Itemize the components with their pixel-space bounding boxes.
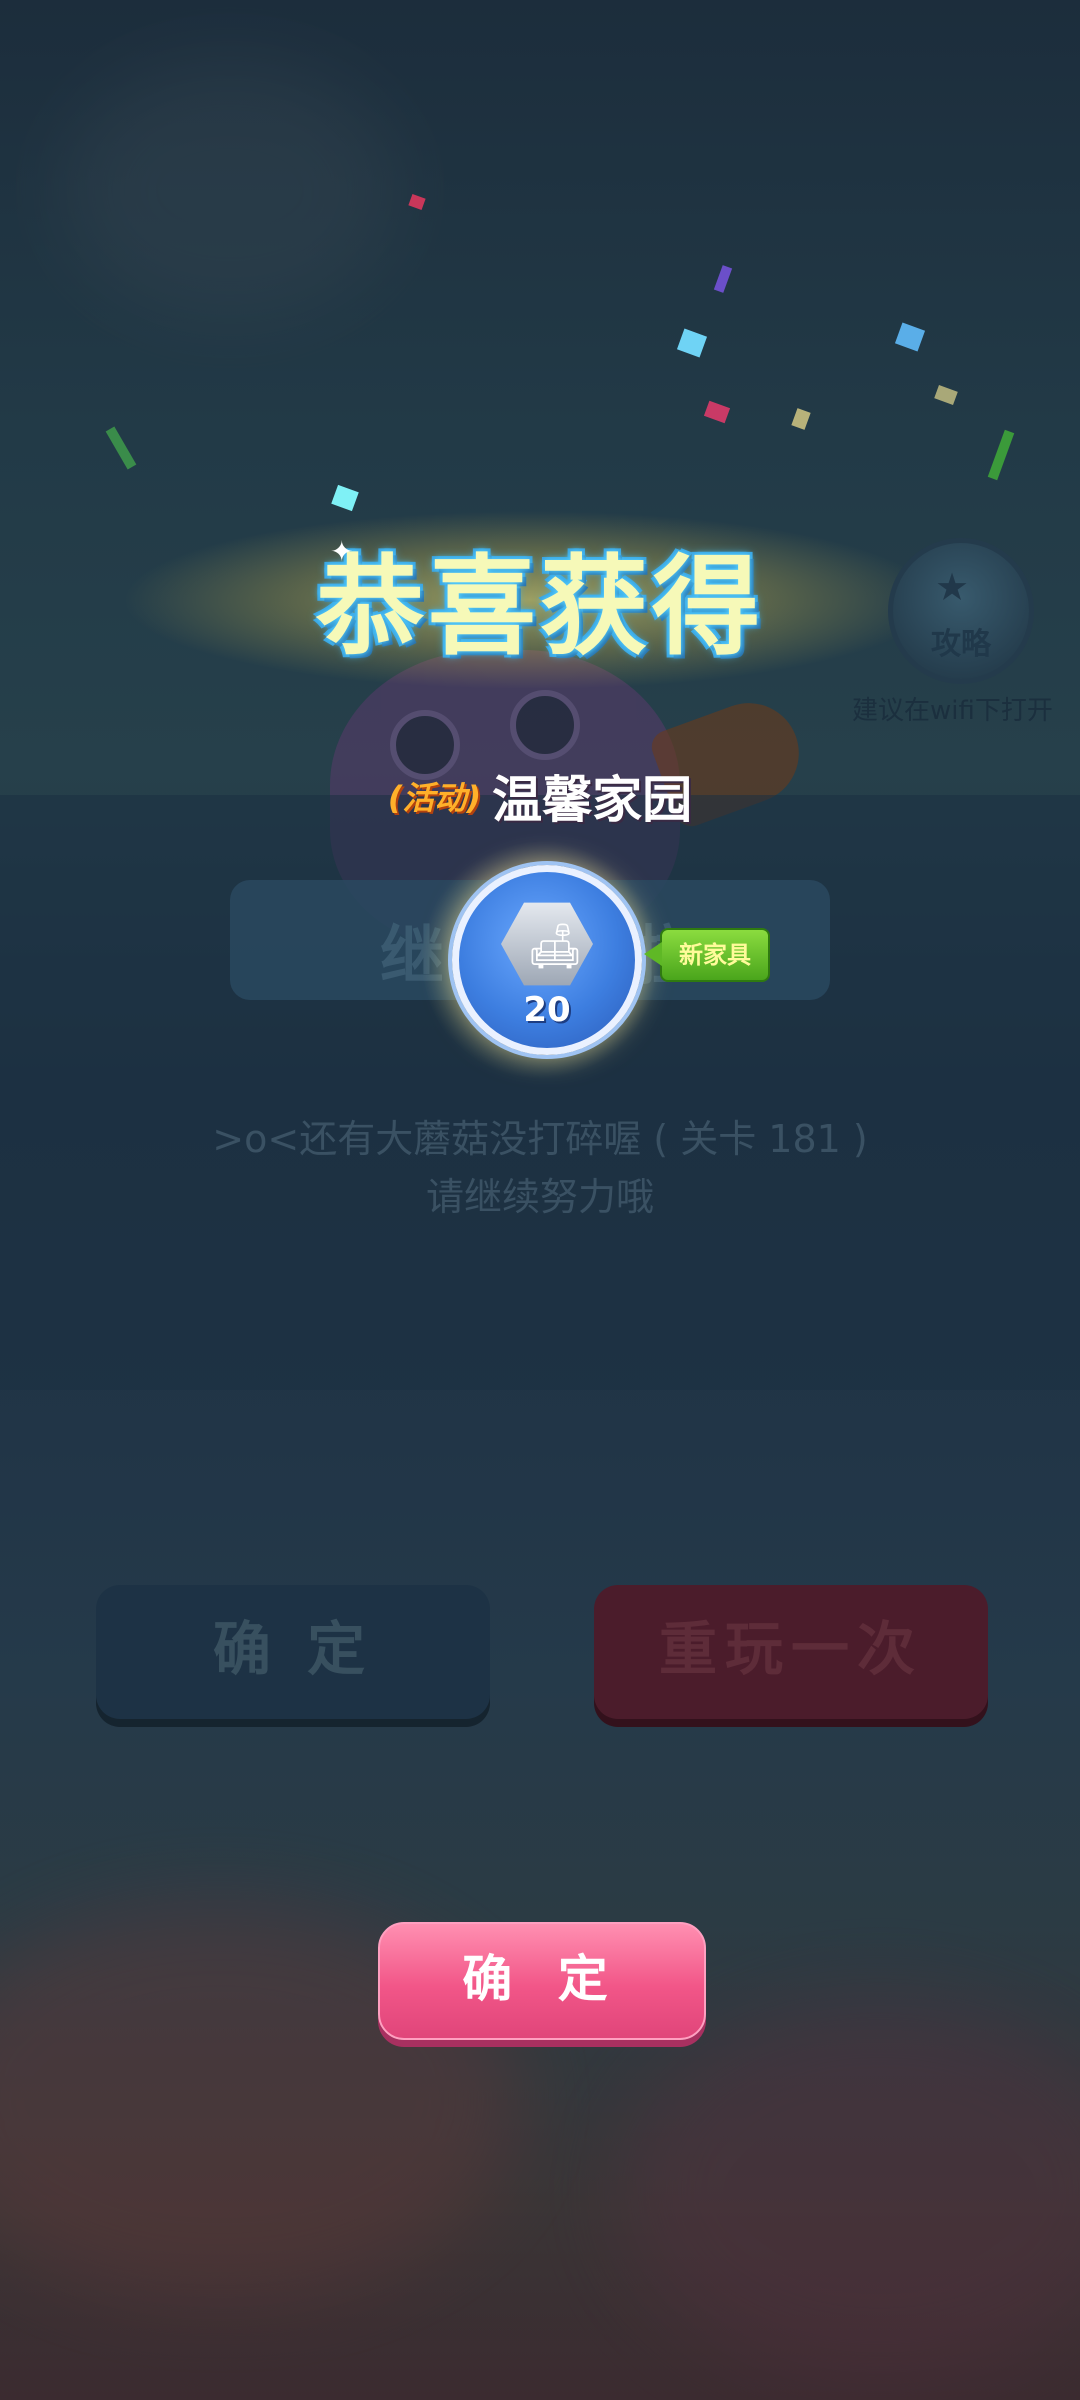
confetti-piece: [105, 426, 137, 470]
guide-label: 攻略: [931, 627, 991, 662]
confirm-button[interactable]: 确 定: [378, 1922, 706, 2040]
confetti-piece: [934, 385, 958, 405]
replay-button-dimmed: 重玩一次: [594, 1585, 988, 1719]
reward-count: 20: [523, 990, 571, 1030]
confetti-piece: [676, 328, 708, 358]
confetti-piece: [791, 408, 811, 430]
background-cloud: [60, 60, 400, 320]
confetti-piece: [987, 429, 1015, 481]
confetti-piece: [894, 322, 926, 352]
level-message-sub: 请继续努力哦: [425, 1175, 654, 1219]
level-message: >o<还有大蘑菇没打碎喔 ( 关卡 181 ): [212, 1117, 868, 1161]
background-hill: [620, 2000, 1080, 2380]
sparkle-icon: ✦: [330, 535, 354, 568]
hexagon-icon: 🛋: [501, 902, 593, 986]
confetti-piece: [703, 400, 731, 424]
mascot-eye: [510, 690, 580, 760]
sofa-icon: 🛋: [527, 921, 583, 972]
event-tag: (活动): [387, 779, 482, 817]
confirm-button-dimmed: 确 定: [96, 1585, 490, 1719]
guide-hint: 建议在wifi下打开: [852, 696, 1053, 726]
star-icon: ★: [935, 565, 970, 609]
event-name: 温馨家园: [492, 771, 693, 829]
confetti-piece: [331, 484, 359, 512]
reward-event: (活动) 温馨家园: [0, 760, 1080, 832]
new-furniture-badge: 新家具: [644, 928, 770, 982]
game-screen: 继 啦 >o<还有大蘑菇没打碎喔 ( 关卡 181 ) 请继续努力哦 确 定 重…: [0, 0, 1080, 2400]
confetti-piece: [408, 193, 426, 211]
confetti-piece: [713, 265, 733, 293]
guide-button[interactable]: ★ 攻略: [888, 538, 1034, 684]
reward-medal: 🛋 20: [452, 865, 642, 1055]
